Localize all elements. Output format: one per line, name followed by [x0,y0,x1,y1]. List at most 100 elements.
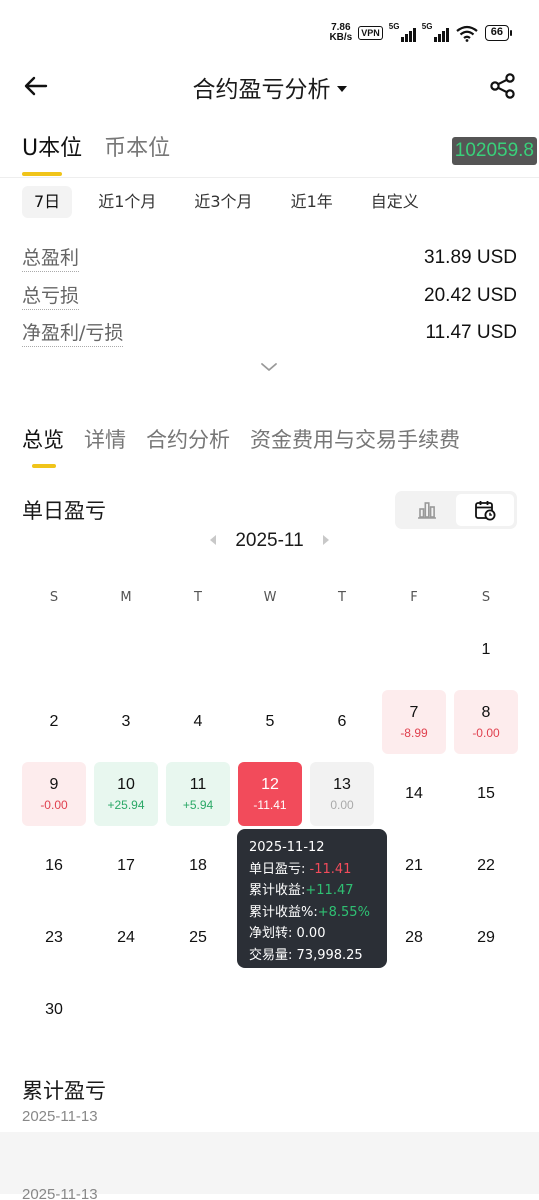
calendar-day[interactable]: 8 -0.00 [454,690,518,754]
calendar-cell[interactable]: 10 +25.94 [90,758,162,830]
calendar-day[interactable]: 3 [94,690,158,754]
calendar-day[interactable]: 21 [382,834,446,898]
calendar-cell[interactable]: 14 [378,758,450,830]
calendar-cell[interactable]: 24 [90,902,162,974]
summary-label[interactable]: 总盈利 [22,245,80,272]
calendar-cell [306,974,378,1046]
calendar-day[interactable]: 16 [22,834,86,898]
calendar-day[interactable]: 29 [454,906,518,970]
day-number: 17 [117,857,135,874]
bar-chart-view-button[interactable] [398,494,456,526]
day-number: 1 [481,641,491,658]
calendar-cell[interactable]: 16 [18,830,90,902]
tooltip-label: 累计收益: [249,883,306,898]
calendar-cell[interactable]: 9 -0.00 [18,758,90,830]
summary-label[interactable]: 总亏损 [22,283,80,310]
day-pnl: -0.00 [40,798,68,812]
range-1y[interactable]: 近1年 [279,186,345,218]
range-custom[interactable]: 自定义 [359,186,431,218]
calendar-icon [475,501,496,521]
calendar-day[interactable]: 7 -8.99 [382,690,446,754]
calendar-day[interactable]: 17 [94,834,158,898]
calendar-day[interactable]: 6 [310,690,374,754]
calendar-day[interactable]: 4 [166,690,230,754]
calendar-cell[interactable]: 18 [162,830,234,902]
daily-pnl-title: 单日盈亏 [22,499,106,523]
tab-coin-margined[interactable]: 币本位 [104,130,170,176]
range-7d[interactable]: 7日 [22,186,73,218]
calendar-day[interactable]: 23 [22,906,86,970]
status-bar: 7.86 KB/s VPN 5G 5G 66 [329,18,513,48]
calendar-day[interactable]: 25 [166,906,230,970]
calendar-cell[interactable]: 28 [378,902,450,974]
calendar-day[interactable]: 10 +25.94 [94,762,158,826]
network-speed-unit: KB/s [329,32,353,43]
calendar-day[interactable]: 12 -11.41 [238,762,302,826]
calendar-cell [162,974,234,1046]
calendar-day[interactable]: 24 [94,906,158,970]
calendar-cell[interactable]: 22 [450,830,522,902]
tooltip-label: 累计收益%: [249,904,318,920]
calendar-cell[interactable]: 11 +5.94 [162,758,234,830]
calendar-cell[interactable]: 1 [450,614,522,686]
calendar-cell[interactable]: 29 [450,902,522,974]
summary-value: 11.47 USD [425,322,517,343]
calendar-view-button[interactable] [456,494,514,526]
page-title-dropdown[interactable]: 合约盈亏分析 [0,70,539,104]
cumulative-chart-area [0,1132,539,1194]
calendar-cell[interactable]: 3 [90,686,162,758]
tooltip-daily-pnl: 单日盈亏: -11.41 [249,859,375,881]
cumulative-axis-date: 2025-11-13 [22,1186,98,1200]
share-icon[interactable] [489,72,517,100]
range-3m[interactable]: 近3个月 [182,186,264,218]
chevron-down-icon[interactable] [259,360,279,374]
calendar-cell[interactable]: 30 [18,974,90,1046]
next-month-icon[interactable] [322,534,329,545]
calendar-day[interactable]: 14 [382,762,446,826]
calendar-cell[interactable]: 17 [90,830,162,902]
tooltip-value: +8.55% [317,904,370,920]
calendar-cell[interactable]: 4 [162,686,234,758]
calendar-day[interactable]: 1 [454,618,518,682]
calendar-cell[interactable]: 7 -8.99 [378,686,450,758]
day-number: 6 [337,713,347,730]
calendar-day[interactable]: 30 [22,978,86,1042]
calendar-cell[interactable]: 13 0.00 [306,758,378,830]
calendar-day[interactable]: 18 [166,834,230,898]
summary-label[interactable]: 净盈利/亏损 [22,320,124,347]
calendar-day[interactable]: 11 +5.94 [166,762,230,826]
calendar-day[interactable]: 28 [382,906,446,970]
calendar-cell[interactable]: 6 [306,686,378,758]
calendar-day[interactable]: 9 -0.00 [22,762,86,826]
calendar-cell [450,974,522,1046]
calendar-cell[interactable]: 2 [18,686,90,758]
day-number: 28 [405,929,423,946]
calendar-day[interactable]: 15 [454,762,518,826]
weekday-header: S M T W T F S [18,590,522,605]
calendar-cell[interactable]: 21 [378,830,450,902]
range-1m[interactable]: 近1个月 [86,186,168,218]
calendar-cell [234,974,306,1046]
calendar-cell[interactable]: 25 [162,902,234,974]
day-number: 22 [477,857,495,874]
calendar-day[interactable]: 2 [22,690,86,754]
calendar-cell[interactable]: 15 [450,758,522,830]
calendar-day[interactable]: 13 0.00 [310,762,374,826]
tab-overview[interactable]: 总览 [22,424,64,468]
calendar-day[interactable]: 5 [238,690,302,754]
calendar-cell[interactable]: 8 -0.00 [450,686,522,758]
tab-usdt-margined[interactable]: U本位 [22,130,82,176]
tab-contract-analysis[interactable]: 合约分析 [146,424,230,468]
calendar-cell[interactable]: 23 [18,902,90,974]
day-number: 11 [189,776,207,793]
day-pnl: +5.94 [182,798,214,812]
weekday-label: T [338,590,346,605]
calendar-cell[interactable]: 5 [234,686,306,758]
calendar-cell[interactable]: 12 -11.41 [234,758,306,830]
tab-details[interactable]: 详情 [84,424,126,468]
calendar-day[interactable]: 22 [454,834,518,898]
day-number: 13 [333,776,351,793]
prev-month-icon[interactable] [210,534,217,545]
calendar-cell [378,974,450,1046]
tab-funding-fees[interactable]: 资金费用与交易手续费 [250,424,460,468]
